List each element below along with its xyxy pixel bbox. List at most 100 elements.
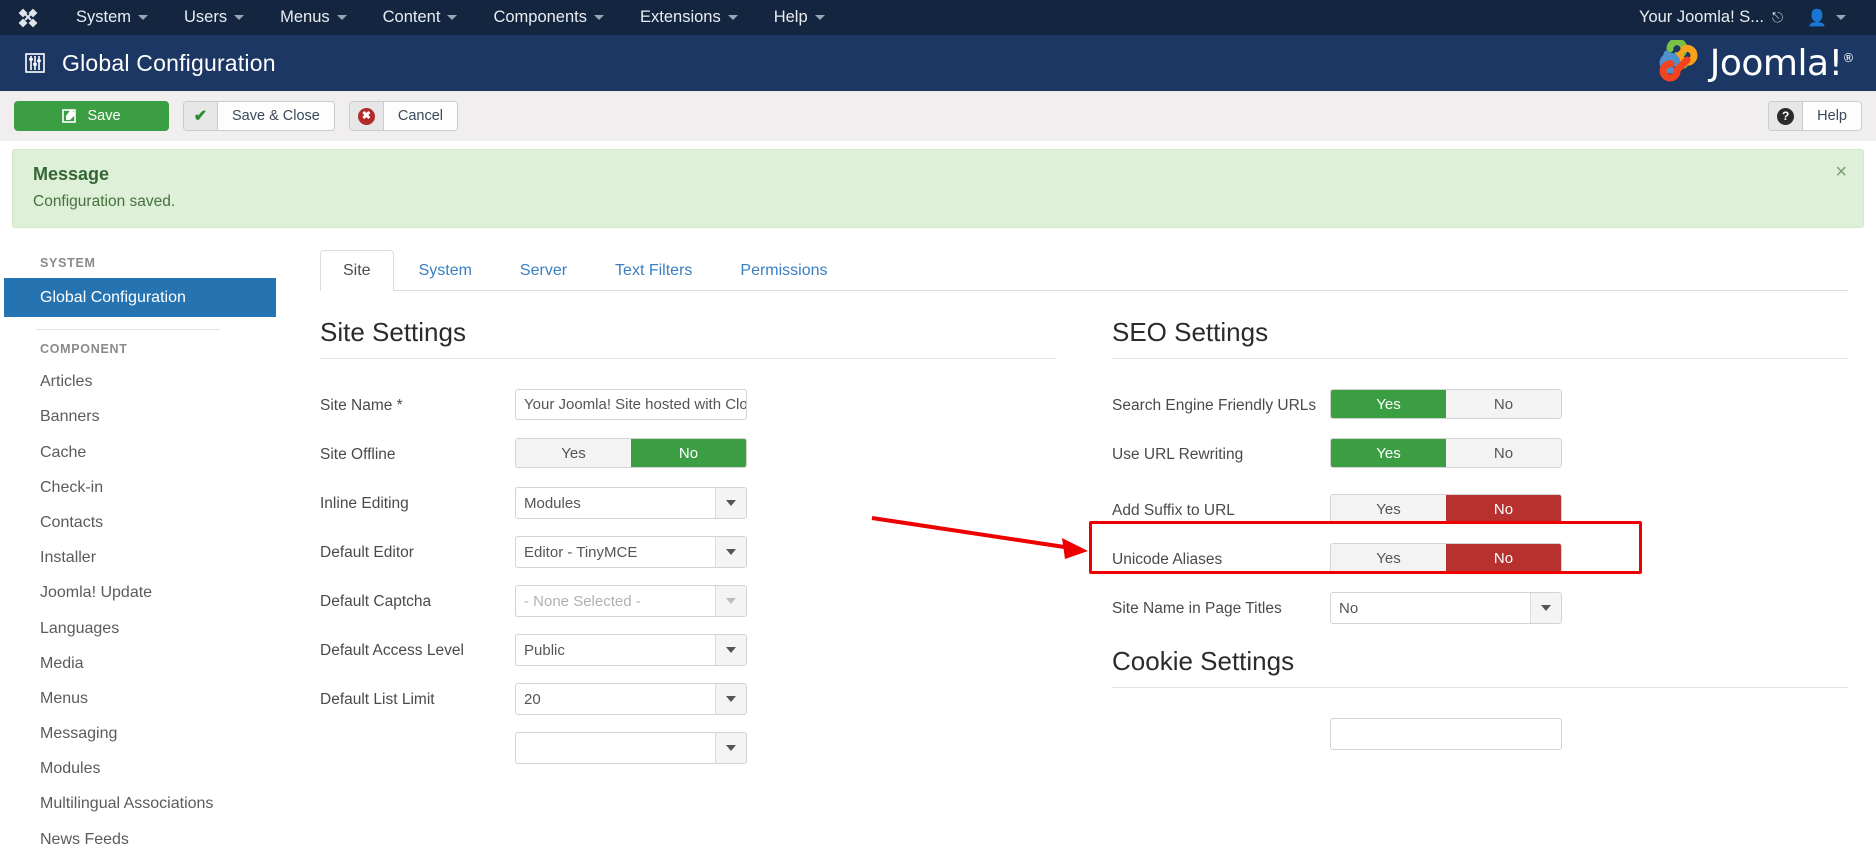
field-label: Use URL Rewriting: [1112, 446, 1244, 463]
field-partial-next: [320, 732, 1056, 764]
chevron-down-icon[interactable]: [715, 586, 746, 616]
chevron-down-icon: [727, 15, 738, 20]
toggle-yes[interactable]: Yes: [1331, 439, 1446, 467]
field-site-name: Site Name * Your Joomla! Site hosted wit…: [320, 389, 1056, 421]
sidebar-item-menus[interactable]: Menus: [0, 681, 276, 716]
topnav-item-help[interactable]: Help: [756, 2, 843, 33]
cookie-domain-input-partial[interactable]: [1330, 718, 1562, 750]
external-link-icon: ⎋: [1772, 9, 1784, 25]
field-label: [320, 732, 515, 739]
save-button[interactable]: Save: [14, 101, 169, 131]
content-area: SYSTEM Global Configuration COMPONENT Ar…: [0, 228, 1876, 848]
field-default-editor: Default Editor Editor - TinyMCE: [320, 536, 1056, 568]
default-captcha-select[interactable]: - None Selected -: [515, 585, 747, 617]
chevron-down-icon[interactable]: [715, 488, 746, 518]
sidebar-item-news-feeds[interactable]: News Feeds: [0, 822, 276, 857]
use-url-rewriting-toggle[interactable]: Yes No: [1330, 438, 1562, 468]
page-title: Global Configuration: [62, 49, 276, 76]
topnav-item-users[interactable]: Users: [166, 2, 262, 33]
topnav-item-components[interactable]: Components: [475, 2, 622, 33]
sidebar-item-global-configuration[interactable]: Global Configuration: [4, 278, 276, 318]
app-root: System Users Menus Content Components Ex…: [0, 0, 1876, 848]
default-access-level-select[interactable]: Public: [515, 634, 747, 666]
field-unicode-aliases: Unicode Aliases Yes No: [1112, 543, 1848, 575]
toggle-no[interactable]: No: [631, 439, 746, 467]
toggle-no[interactable]: No: [1446, 495, 1561, 523]
sidebar-item-articles[interactable]: Articles: [0, 364, 276, 399]
unicode-aliases-toggle[interactable]: Yes No: [1330, 543, 1562, 573]
chevron-down-icon[interactable]: [1530, 593, 1561, 623]
chevron-down-icon[interactable]: [715, 733, 746, 763]
field-label: Site Name in Page Titles: [1112, 600, 1282, 617]
sidebar-item-cache[interactable]: Cache: [0, 435, 276, 470]
sef-urls-toggle[interactable]: Yes No: [1330, 389, 1562, 419]
default-list-limit-select[interactable]: 20: [515, 683, 747, 715]
field-default-list-limit: Default List Limit 20: [320, 683, 1056, 715]
sidebar-item-banners[interactable]: Banners: [0, 399, 276, 434]
tab-site[interactable]: Site: [320, 250, 394, 291]
help-button[interactable]: ? Help: [1768, 101, 1862, 131]
user-icon: 👤: [1807, 9, 1827, 27]
toggle-yes[interactable]: Yes: [1331, 544, 1446, 572]
topnav-item-system[interactable]: System: [58, 2, 166, 33]
chevron-down-icon[interactable]: [715, 635, 746, 665]
site-offline-toggle[interactable]: Yes No: [515, 438, 747, 468]
tab-system[interactable]: System: [396, 250, 495, 291]
sidebar-item-plugins[interactable]: Plugins: [0, 857, 276, 862]
field-control: Public: [515, 634, 1056, 666]
sidebar-item-messaging[interactable]: Messaging: [0, 716, 276, 751]
next-select-partial[interactable]: [515, 732, 747, 764]
topnav-label: Menus: [280, 8, 330, 26]
topnav-item-content[interactable]: Content: [365, 2, 476, 33]
toggle-yes[interactable]: Yes: [1331, 390, 1446, 418]
sidebar-item-installer[interactable]: Installer: [0, 540, 276, 575]
sidebar-item-languages[interactable]: Languages: [0, 611, 276, 646]
tab-server[interactable]: Server: [497, 250, 590, 291]
visit-site-label: Your Joomla! S...: [1638, 8, 1764, 26]
close-circle-icon: ✖: [349, 102, 384, 130]
sidebar-item-modules[interactable]: Modules: [0, 751, 276, 786]
field-label: Default Captcha: [320, 593, 432, 610]
add-suffix-to-url-toggle[interactable]: Yes No: [1330, 494, 1562, 524]
topnav-item-menus[interactable]: Menus: [262, 2, 365, 33]
field-label: Default Editor: [320, 544, 414, 561]
sidebar-item-check-in[interactable]: Check-in: [0, 470, 276, 505]
field-default-access-level: Default Access Level Public: [320, 634, 1056, 666]
toggle-no[interactable]: No: [1446, 544, 1561, 572]
seo-settings-column: SEO Settings Search Engine Friendly URLs…: [1112, 317, 1848, 781]
chevron-down-icon[interactable]: [715, 684, 746, 714]
joomla-mark-icon[interactable]: [14, 5, 42, 31]
save-and-close-button[interactable]: ✔ Save & Close: [183, 101, 335, 131]
save-and-close-label: Save & Close: [218, 102, 334, 130]
toggle-no[interactable]: No: [1446, 390, 1561, 418]
site-name-in-page-titles-select[interactable]: No: [1330, 592, 1562, 624]
inline-editing-select[interactable]: Modules: [515, 487, 747, 519]
joomla-logo: Joomla!®: [1651, 40, 1854, 86]
field-site-offline: Site Offline Yes No: [320, 438, 1056, 470]
toggle-yes[interactable]: Yes: [1331, 495, 1446, 523]
site-name-input[interactable]: Your Joomla! Site hosted with CloudA: [515, 389, 747, 420]
top-bar-right: Your Joomla! S... ⎋ 👤: [1625, 2, 1862, 34]
sidebar-item-media[interactable]: Media: [0, 646, 276, 681]
visit-site-link[interactable]: Your Joomla! S... ⎋: [1625, 2, 1797, 33]
default-editor-select[interactable]: Editor - TinyMCE: [515, 536, 747, 568]
cookie-settings-title: Cookie Settings: [1112, 646, 1295, 676]
sidebar-item-joomla-update[interactable]: Joomla! Update: [0, 575, 276, 610]
toolbar-right-group: ? Help: [1768, 101, 1862, 131]
save-button-label: Save: [87, 108, 121, 124]
topnav-label: Users: [184, 8, 228, 26]
sidebar-item-multilingual-associations[interactable]: Multilingual Associations: [0, 786, 276, 821]
user-menu-button[interactable]: 👤: [1797, 2, 1862, 34]
sidebar-heading-component: COMPONENT: [40, 342, 128, 357]
topnav-item-extensions[interactable]: Extensions: [622, 2, 756, 33]
tab-text-filters[interactable]: Text Filters: [592, 250, 715, 291]
sidebar-item-contacts[interactable]: Contacts: [0, 505, 276, 540]
chevron-down-icon[interactable]: [715, 537, 746, 567]
toggle-yes[interactable]: Yes: [516, 439, 631, 467]
toggle-no[interactable]: No: [1446, 439, 1561, 467]
tab-permissions[interactable]: Permissions: [717, 250, 850, 291]
close-icon[interactable]: ×: [1835, 162, 1847, 182]
field-control: Modules: [515, 487, 1056, 519]
sidebar-heading-system: SYSTEM: [40, 256, 96, 270]
cancel-button[interactable]: ✖ Cancel: [348, 101, 458, 131]
